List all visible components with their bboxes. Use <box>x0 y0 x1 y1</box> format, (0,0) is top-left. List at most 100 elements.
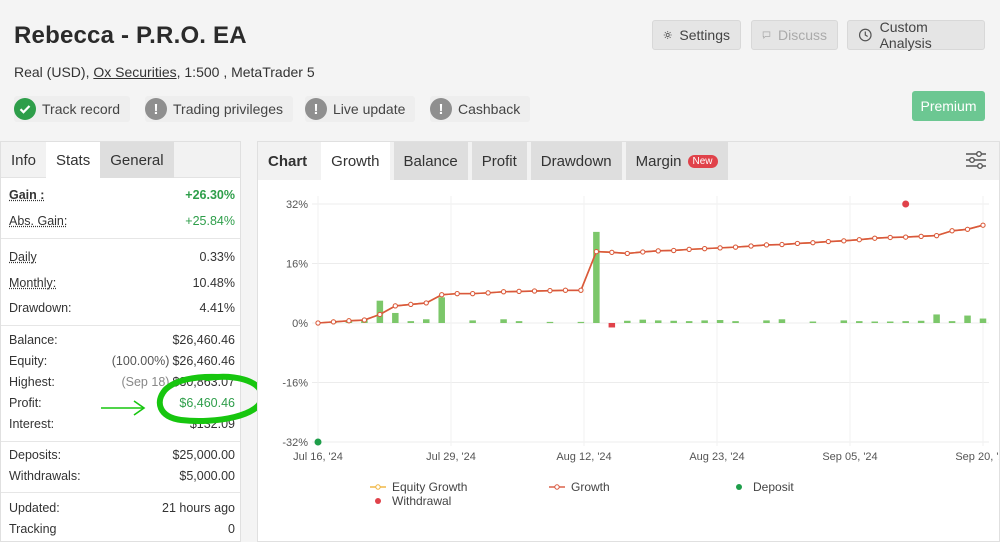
tab-general[interactable]: General <box>100 142 174 178</box>
y-tick-label: 0% <box>292 318 308 330</box>
annotation-circle <box>156 373 265 424</box>
daily-bar <box>902 321 909 323</box>
discuss-label: Discuss <box>777 27 827 43</box>
discuss-button[interactable]: Discuss <box>751 20 838 50</box>
stat-monthly: Monthly: 10.48% <box>9 274 235 292</box>
growth-point <box>702 246 708 252</box>
divider <box>1 492 240 493</box>
growth-point <box>439 292 445 298</box>
settings-button[interactable]: Settings <box>652 20 741 50</box>
growth-point <box>980 222 986 228</box>
stats-panel: Info Stats General Gain : +26.30% Abs. G… <box>0 141 241 542</box>
growth-point <box>825 238 831 245</box>
growth-point <box>562 287 569 293</box>
growth-point <box>903 234 909 240</box>
abs-gain-value: +25.84% <box>185 214 235 228</box>
daily-bar <box>979 318 987 323</box>
growth-point <box>346 318 352 324</box>
daily-bar <box>624 320 631 323</box>
growth-point <box>454 291 460 297</box>
clock-icon <box>858 28 872 42</box>
legend-deposit[interactable]: Deposit <box>731 480 794 494</box>
daily-bar <box>856 321 863 323</box>
growth-point <box>609 249 615 255</box>
y-tick-label: 16% <box>286 259 308 271</box>
tab-chart[interactable]: Chart <box>258 142 317 180</box>
daily-bar <box>701 320 708 323</box>
chat-bubble-icon <box>762 31 771 39</box>
withdrawals-value: $5,000.00 <box>179 469 235 483</box>
balance-value: $26,460.46 <box>172 333 235 347</box>
stat-deposits: Deposits: $25,000.00 <box>9 446 235 464</box>
legend-label: Equity Growth <box>392 480 468 494</box>
daily-bar <box>917 320 925 323</box>
growth-point <box>485 290 491 296</box>
growth-point <box>330 319 337 325</box>
daily-bar <box>809 321 817 323</box>
updated-value: 21 hours ago <box>162 501 235 515</box>
growth-point <box>717 245 723 251</box>
drawdown-value: 4.41% <box>199 301 235 315</box>
chart-panel: Chart Growth Balance Profit Drawdown Mar… <box>257 141 1000 542</box>
tab-margin[interactable]: Margin New <box>625 142 728 180</box>
check-icon <box>14 98 36 120</box>
balance-label: Balance: <box>9 333 58 347</box>
legend-growth[interactable]: Growth <box>549 480 610 494</box>
filter-settings-icon[interactable] <box>965 150 987 170</box>
divider <box>1 325 240 326</box>
y-tick-label: 32% <box>286 199 308 211</box>
growth-point <box>531 288 538 294</box>
legend-withdrawal[interactable]: Withdrawal <box>370 494 451 508</box>
abs-gain-label[interactable]: Abs. Gain: <box>9 214 67 228</box>
daily-bar <box>392 312 399 323</box>
growth-point <box>856 237 862 243</box>
legend-equity-growth[interactable]: Equity Growth <box>370 480 467 494</box>
daily-bar <box>608 323 616 328</box>
legend-line-swatch <box>549 484 565 490</box>
legend-dot-swatch <box>736 484 742 490</box>
broker-link[interactable]: Ox Securities <box>93 64 176 80</box>
daily-bar <box>948 321 956 323</box>
margin-label: Margin <box>635 152 682 170</box>
tab-balance[interactable]: Balance <box>393 142 468 180</box>
growth-point <box>686 246 692 252</box>
premium-button[interactable]: Premium <box>912 91 985 121</box>
tab-stats[interactable]: Stats <box>46 142 101 178</box>
x-tick-label: Aug 23, '24 <box>689 451 744 463</box>
tab-drawdown[interactable]: Drawdown <box>530 142 622 180</box>
interest-label: Interest: <box>9 417 55 431</box>
account-type: Real (USD), <box>14 64 94 80</box>
live-update-badge[interactable]: ! Live update <box>305 96 416 122</box>
tab-info[interactable]: Info <box>1 142 46 178</box>
growth-point <box>779 241 785 248</box>
y-tick-label: -32% <box>282 437 308 449</box>
tab-profit[interactable]: Profit <box>471 142 527 180</box>
daily-bar <box>778 319 786 323</box>
daily-bar <box>515 321 523 323</box>
cashback-badge[interactable]: ! Cashback <box>430 96 531 122</box>
growth-point <box>841 238 847 244</box>
stat-withdrawals: Withdrawals: $5,000.00 <box>9 467 235 485</box>
live-update-label: Live update <box>333 101 406 117</box>
daily-label[interactable]: Daily <box>9 250 37 264</box>
track-record-badge[interactable]: Track record <box>14 96 131 122</box>
daily-bar <box>639 319 647 323</box>
equity-growth-line <box>317 224 984 324</box>
monthly-label[interactable]: Monthly: <box>9 276 56 290</box>
gain-label[interactable]: Gain : <box>9 188 44 202</box>
legend-label: Deposit <box>753 480 794 494</box>
track-record-label: Track record <box>42 101 121 117</box>
divider <box>1 441 240 442</box>
growth-point <box>671 247 677 254</box>
tab-growth[interactable]: Growth <box>321 142 390 180</box>
trading-privileges-badge[interactable]: ! Trading privileges <box>145 96 293 122</box>
exclamation-icon: ! <box>145 98 167 120</box>
growth-point <box>748 243 754 249</box>
daily-bar <box>670 320 677 323</box>
trading-privileges-label: Trading privileges <box>173 101 283 117</box>
growth-point <box>640 249 646 255</box>
growth-line <box>317 224 984 324</box>
daily-bar <box>933 314 940 323</box>
growth-point <box>578 287 584 293</box>
custom-analysis-button[interactable]: Custom Analysis <box>847 19 985 51</box>
